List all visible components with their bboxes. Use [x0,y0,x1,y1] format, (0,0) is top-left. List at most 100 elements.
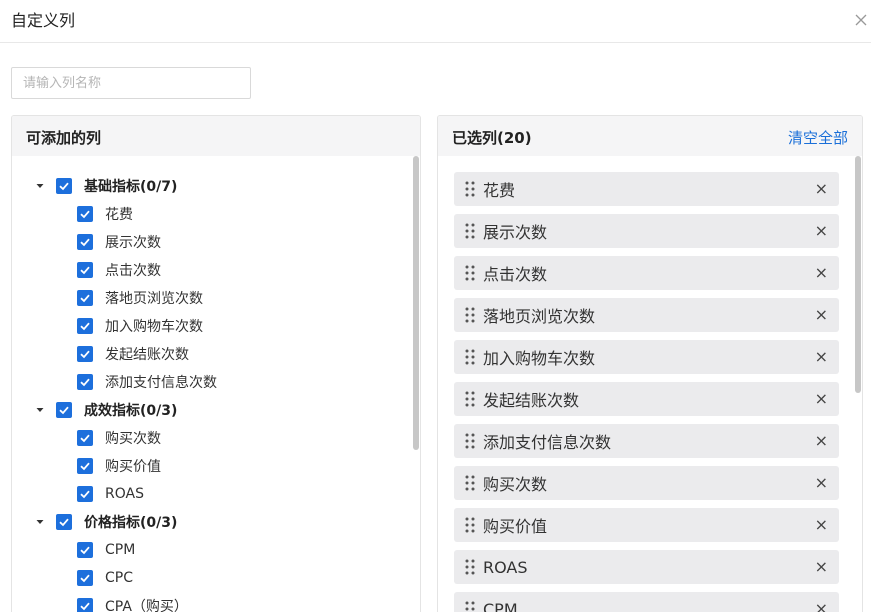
tree-item-row[interactable]: 购买次数 [77,424,161,452]
item-checkbox[interactable] [77,206,93,222]
tree-item-row[interactable]: 花费 [77,200,133,228]
drag-handle-icon[interactable] [465,433,475,449]
selected-column-chip[interactable]: 花费 × [454,172,839,206]
check-icon [80,490,90,499]
check-icon [80,378,90,387]
selected-column-chip[interactable]: 落地页浏览次数 × [454,298,839,332]
remove-column-icon[interactable]: × [815,265,828,281]
item-label: ROAS [105,486,144,502]
group-label: 成效指标(0/3) [84,403,178,419]
drag-handle-icon[interactable] [465,307,475,323]
item-checkbox[interactable] [77,598,93,612]
selected-scrollbar[interactable] [854,156,862,612]
item-label: CPC [105,570,133,586]
caret-down-icon[interactable] [36,182,44,190]
check-icon [80,602,90,611]
group-checkbox[interactable] [56,402,72,418]
clear-all-button[interactable]: 清空全部 [788,127,848,148]
tree-item-row[interactable]: ROAS [77,480,144,508]
group-checkbox[interactable] [56,514,72,530]
selected-panel-header: 已选列(20) 清空全部 [438,116,862,156]
available-scrollbar[interactable] [412,156,420,612]
tree-item-row[interactable]: CPA（购买） [77,592,188,612]
remove-column-icon[interactable]: × [815,601,828,612]
remove-column-icon[interactable]: × [815,349,828,365]
selected-panel-title: 已选列(20) [452,129,532,147]
item-checkbox[interactable] [77,290,93,306]
tree-item-row[interactable]: 加入购物车次数 [77,312,203,340]
tree-group-row[interactable]: 成效指标(0/3) [36,396,177,424]
remove-column-icon[interactable]: × [815,517,828,533]
selected-column-chip[interactable]: 点击次数 × [454,256,839,290]
tree-item-row[interactable]: 落地页浏览次数 [77,284,203,312]
drag-handle-icon[interactable] [465,391,475,407]
drag-handle-icon[interactable] [465,265,475,281]
group-checkbox[interactable] [56,178,72,194]
tree-item-row[interactable]: 添加支付信息次数 [77,368,217,396]
item-checkbox[interactable] [77,570,93,586]
check-icon [80,266,90,275]
item-checkbox[interactable] [77,318,93,334]
tree-group-row[interactable]: 基础指标(0/7) [36,172,177,200]
tree-item-row[interactable]: CPC [77,564,133,592]
available-scrollbar-thumb[interactable] [413,156,419,450]
item-label: 点击次数 [105,263,161,279]
selected-column-chip[interactable]: CPM × [454,592,839,612]
item-checkbox[interactable] [77,262,93,278]
drag-handle-icon[interactable] [465,475,475,491]
selected-column-chip[interactable]: 购买价值 × [454,508,839,542]
chip-label: 花费 [483,181,516,200]
caret-down-icon[interactable] [36,406,44,414]
search-input[interactable] [11,67,251,99]
selected-column-chip[interactable]: 发起结账次数 × [454,382,839,416]
item-checkbox[interactable] [77,346,93,362]
drag-handle-icon[interactable] [465,223,475,239]
check-icon [80,462,90,471]
dialog-title: 自定义列 [11,11,76,30]
selected-column-chip[interactable]: ROAS × [454,550,839,584]
drag-handle-icon[interactable] [465,601,475,612]
check-icon [59,518,69,527]
selected-scrollbar-thumb[interactable] [855,156,861,393]
drag-handle-icon[interactable] [465,349,475,365]
remove-column-icon[interactable]: × [815,559,828,575]
remove-column-icon[interactable]: × [815,391,828,407]
tree-group-row[interactable]: 价格指标(0/3) [36,508,177,536]
item-label: 花费 [105,207,133,223]
selected-column-chip[interactable]: 购买次数 × [454,466,839,500]
item-checkbox[interactable] [77,458,93,474]
remove-column-icon[interactable]: × [815,223,828,239]
chip-label: 添加支付信息次数 [483,433,612,452]
remove-column-icon[interactable]: × [815,475,828,491]
item-checkbox[interactable] [77,234,93,250]
drag-handle-icon[interactable] [465,517,475,533]
item-checkbox[interactable] [77,374,93,390]
chip-label: 点击次数 [483,265,548,284]
tree-item-row[interactable]: 点击次数 [77,256,161,284]
tree-item-row[interactable]: 购买价值 [77,452,161,480]
item-checkbox[interactable] [77,486,93,502]
tree-item-row[interactable]: 展示次数 [77,228,161,256]
check-icon [59,406,69,415]
tree-item-row[interactable]: 发起结账次数 [77,340,189,368]
check-icon [80,294,90,303]
available-panel-title: 可添加的列 [26,129,102,147]
selected-column-chip[interactable]: 加入购物车次数 × [454,340,839,374]
selected-column-chip[interactable]: 添加支付信息次数 × [454,424,839,458]
remove-column-icon[interactable]: × [815,181,828,197]
check-icon [80,546,90,555]
drag-handle-icon[interactable] [465,181,475,197]
item-checkbox[interactable] [77,542,93,558]
item-checkbox[interactable] [77,430,93,446]
check-icon [80,350,90,359]
chip-label: ROAS [483,557,528,577]
selected-column-chip[interactable]: 展示次数 × [454,214,839,248]
check-icon [80,210,90,219]
remove-column-icon[interactable]: × [815,433,828,449]
remove-column-icon[interactable]: × [815,307,828,323]
caret-down-icon[interactable] [36,518,44,526]
item-label: CPA（购买） [105,599,188,612]
drag-handle-icon[interactable] [465,559,475,575]
close-icon[interactable] [853,12,869,28]
tree-item-row[interactable]: CPM [77,536,135,564]
